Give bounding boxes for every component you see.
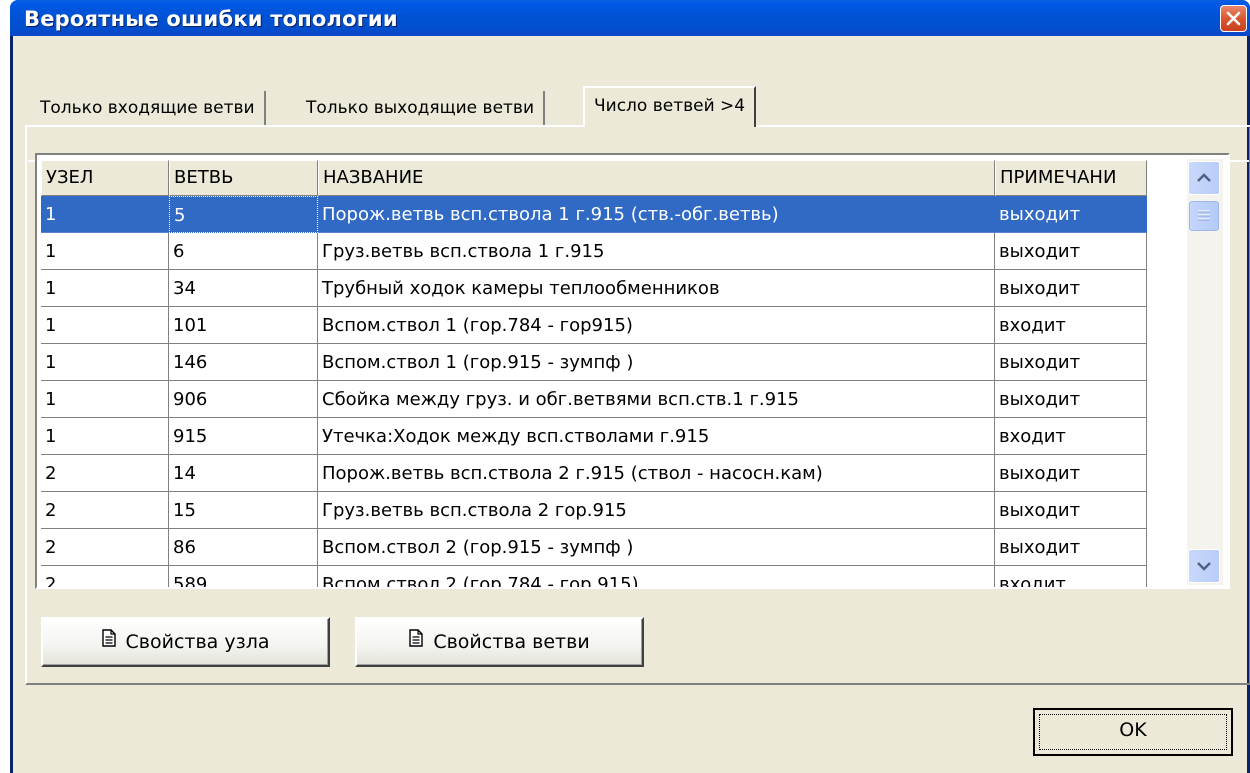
cell-name: Утечка:Ходок между всп.стволами г.915 <box>318 418 995 455</box>
cell-note: входит <box>995 307 1147 344</box>
ok-button[interactable]: OK <box>1033 708 1233 756</box>
cell-node: 2 <box>41 529 169 566</box>
arrow-up-icon <box>1197 173 1211 182</box>
button-label: Свойства ветви <box>433 631 590 653</box>
cell-note: выходит <box>995 344 1147 381</box>
cell-note: выходит <box>995 196 1147 233</box>
table-row[interactable]: 1 6 Груз.ветвь всп.ствола 1 г.915 выходит <box>37 233 1177 270</box>
dialog-window: Вероятные ошибки топологии Только входящ… <box>10 0 1250 773</box>
cell-branch: 34 <box>169 270 318 307</box>
tab-label: Только выходящие ветви <box>306 98 534 118</box>
table-row[interactable]: 1 906 Сбойка между груз. и обг.ветвями всп… <box>37 381 1177 418</box>
tab-outgoing-only[interactable]: Только выходящие ветви <box>297 91 545 126</box>
document-icon <box>409 618 424 664</box>
close-button[interactable] <box>1220 5 1247 32</box>
title-bar[interactable]: Вероятные ошибки топологии <box>10 0 1250 36</box>
table-row[interactable]: 1 146 Вспом.ствол 1 (гор.915 - зумпф ) выхо… <box>37 344 1177 381</box>
cell-branch: 15 <box>169 492 318 529</box>
cell-node: 1 <box>41 307 169 344</box>
cell-node: 1 <box>41 270 169 307</box>
table-row[interactable]: 1 34 Трубный ходок камеры теплообменников в… <box>37 270 1177 307</box>
column-header-branch[interactable]: ВЕТВЬ <box>169 160 318 196</box>
ok-label: OK <box>1119 719 1147 741</box>
cell-note: входит <box>995 418 1147 455</box>
table-row[interactable]: 1 101 Вспом.ствол 1 (гор.784 - гор915) вход… <box>37 307 1177 344</box>
cell-node: 1 <box>41 233 169 270</box>
cell-branch: 101 <box>169 307 318 344</box>
close-icon <box>1226 11 1241 26</box>
tab-incoming-only[interactable]: Только входящие ветви <box>31 91 266 126</box>
cell-name: Груз.ветвь всп.ствола 2 гор.915 <box>318 492 995 529</box>
scroll-up-button[interactable] <box>1188 161 1220 195</box>
vertical-scrollbar[interactable] <box>1187 159 1223 585</box>
table-row[interactable]: 1 5 Порож.ветвь всп.ствола 1 г.915 (ств.-о… <box>37 196 1177 233</box>
tab-label: Число ветвей >4 <box>594 96 746 116</box>
cell-note: выходит <box>995 381 1147 418</box>
topology-table[interactable]: УЗЕЛ ВЕТВЬ НАЗВАНИЕ ПРИМЕЧАНИ 1 5 Порож.ве… <box>35 153 1230 589</box>
cell-node: 1 <box>41 196 169 233</box>
cell-node: 1 <box>41 381 169 418</box>
table-row[interactable]: 2 15 Груз.ветвь всп.ствола 2 гор.915 выходи… <box>37 492 1177 529</box>
cell-name: Вспом.ствол 2 (гор.915 - зумпф ) <box>318 529 995 566</box>
cell-branch: 86 <box>169 529 318 566</box>
cell-name: Трубный ходок камеры теплообменников <box>318 270 995 307</box>
cell-name: Вспом.ствол 2 (гор.784 - гор.915) <box>318 566 995 587</box>
cell-branch: 915 <box>169 418 318 455</box>
cell-name: Груз.ветвь всп.ствола 1 г.915 <box>318 233 995 270</box>
cell-name: Вспом.ствол 1 (гор.915 - зумпф ) <box>318 344 995 381</box>
table-row[interactable]: 2 86 Вспом.ствол 2 (гор.915 - зумпф ) выход… <box>37 529 1177 566</box>
column-header-note[interactable]: ПРИМЕЧАНИ <box>995 160 1147 196</box>
cell-branch: 14 <box>169 455 318 492</box>
cell-name: Вспом.ствол 1 (гор.784 - гор915) <box>318 307 995 344</box>
table-row[interactable]: 1 915 Утечка:Ходок между всп.стволами г.91… <box>37 418 1177 455</box>
cell-note: выходит <box>995 270 1147 307</box>
cell-node: 1 <box>41 344 169 381</box>
dialog-client: Только входящие ветви Только выходящие в… <box>13 36 1250 773</box>
table-row[interactable]: 2 14 Порож.ветвь всп.ствола 2 г.915 (ствол… <box>37 455 1177 492</box>
scroll-thumb[interactable] <box>1189 201 1219 231</box>
cell-note: выходит <box>995 455 1147 492</box>
tab-label: Только входящие ветви <box>40 98 255 118</box>
cell-name: Порож.ветвь всп.ствола 1 г.915 (ств.-обг… <box>318 196 995 233</box>
cell-note: входит <box>995 566 1147 587</box>
cell-node: 1 <box>41 418 169 455</box>
cell-note: выходит <box>995 529 1147 566</box>
cell-branch: 589 <box>169 566 318 587</box>
branch-properties-button[interactable]: Свойства ветви <box>355 617 644 667</box>
cell-branch: 6 <box>169 233 318 270</box>
cell-name: Порож.ветвь всп.ствола 2 г.915 (ствол - … <box>318 455 995 492</box>
scroll-down-button[interactable] <box>1188 549 1220 583</box>
cell-note: выходит <box>995 233 1147 270</box>
cell-node: 2 <box>41 566 169 587</box>
node-properties-button[interactable]: Свойства узла <box>41 617 330 667</box>
cell-node: 2 <box>41 492 169 529</box>
cell-name: Сбойка между груз. и обг.ветвями всп.ств… <box>318 381 995 418</box>
tab-branch-count[interactable]: Число ветвей >4 <box>583 86 757 127</box>
cell-note: выходит <box>995 492 1147 529</box>
button-label: Свойства узла <box>125 631 270 653</box>
cell-branch: 5 <box>169 196 318 233</box>
cell-branch: 906 <box>169 381 318 418</box>
column-header-name[interactable]: НАЗВАНИЕ <box>318 160 995 196</box>
table-row[interactable]: 2 589 Вспом.ствол 2 (гор.784 - гор.915) вхо… <box>37 566 1177 587</box>
cell-branch: 146 <box>169 344 318 381</box>
arrow-down-icon <box>1197 562 1211 571</box>
grip-icon <box>1198 210 1210 221</box>
cell-node: 2 <box>41 455 169 492</box>
window-title: Вероятные ошибки топологии <box>24 7 398 31</box>
document-icon <box>101 618 116 664</box>
column-header-node[interactable]: УЗЕЛ <box>41 160 169 196</box>
